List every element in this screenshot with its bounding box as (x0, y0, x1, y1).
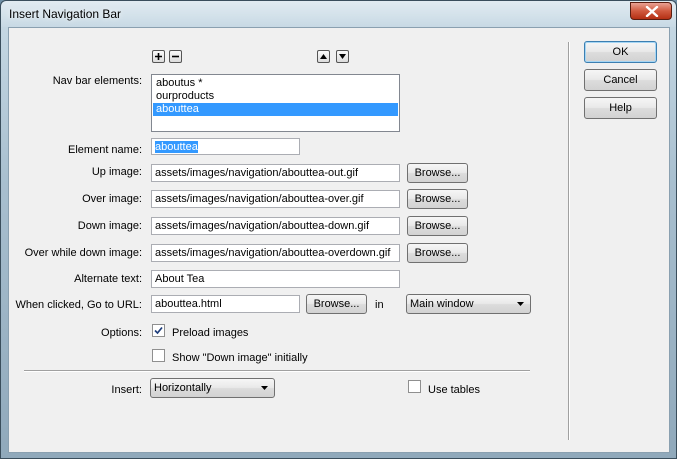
list-item-selected[interactable]: abouttea (153, 103, 398, 116)
target-window-value: Main window (410, 298, 474, 310)
horizontal-divider (24, 370, 530, 372)
url-label: When clicked, Go to URL: (15, 299, 142, 311)
window-title: Insert Navigation Bar (9, 7, 122, 21)
over-image-input[interactable]: assets/images/navigation/abouttea-over.g… (151, 190, 400, 208)
show-down-image-checkbox[interactable] (152, 349, 165, 362)
over-image-label: Over image: (82, 193, 142, 205)
url-browse-button[interactable]: Browse... (306, 294, 367, 314)
minus-icon (172, 55, 179, 58)
target-window-select[interactable]: Main window (406, 294, 531, 314)
use-tables-label: Use tables (428, 384, 480, 396)
up-image-browse-button[interactable]: Browse... (407, 163, 468, 183)
move-down-button[interactable] (336, 50, 349, 63)
title-bar[interactable]: Insert Navigation Bar (1, 1, 676, 27)
plus-icon (155, 53, 162, 60)
nav-bar-elements-label: Nav bar elements: (52, 75, 142, 87)
close-button[interactable] (630, 2, 672, 20)
list-item-label: ourproducts (156, 90, 215, 102)
preload-images-checkbox[interactable] (152, 324, 165, 337)
over-while-down-image-label: Over while down image: (24, 247, 142, 259)
dialog-client: Nav bar elements: aboutus * ourproducts … (8, 27, 670, 453)
list-item-label: aboutus * (156, 77, 203, 89)
options-label: Options: (101, 327, 142, 339)
nav-bar-elements-list[interactable]: aboutus * ourproducts abouttea (151, 74, 400, 132)
show-down-image-label: Show "Down image" initially (172, 352, 308, 364)
add-element-button[interactable] (152, 50, 165, 63)
checkmark-icon (154, 326, 163, 335)
arrow-up-icon (320, 54, 327, 59)
list-item-label: abouttea (156, 103, 199, 115)
element-name-input[interactable]: abouttea (151, 138, 300, 155)
url-input[interactable]: abouttea.html (151, 295, 300, 313)
preload-images-label: Preload images (172, 327, 249, 339)
down-image-browse-button[interactable]: Browse... (407, 216, 468, 236)
element-name-value: abouttea (155, 141, 198, 153)
up-image-label: Up image: (91, 166, 142, 178)
over-while-down-browse-button[interactable]: Browse... (407, 243, 468, 263)
cancel-button[interactable]: Cancel (584, 69, 657, 91)
down-image-label: Down image: (77, 220, 142, 232)
over-image-browse-button[interactable]: Browse... (407, 189, 468, 209)
use-tables-checkbox[interactable] (408, 380, 421, 393)
dialog-window: Insert Navigation Bar Nav bar elements: … (0, 0, 677, 459)
ok-button[interactable]: OK (584, 41, 657, 63)
in-label: in (375, 299, 384, 311)
alternate-text-label: Alternate text: (74, 273, 142, 285)
arrow-down-icon (339, 54, 346, 59)
list-item[interactable]: aboutus * (153, 77, 398, 90)
up-image-input[interactable]: assets/images/navigation/abouttea-out.gi… (151, 164, 400, 182)
chevron-down-icon (517, 302, 524, 306)
vertical-divider (568, 42, 570, 440)
over-while-down-image-input[interactable]: assets/images/navigation/abouttea-overdo… (151, 244, 400, 262)
list-item[interactable]: ourproducts (153, 90, 398, 103)
insert-orientation-value: Horizontally (154, 382, 212, 394)
alternate-text-input[interactable]: About Tea (151, 270, 400, 288)
insert-label: Insert: (111, 384, 142, 396)
down-image-input[interactable]: assets/images/navigation/abouttea-down.g… (151, 217, 400, 235)
move-up-button[interactable] (317, 50, 330, 63)
remove-element-button[interactable] (169, 50, 182, 63)
close-icon (645, 6, 659, 17)
insert-orientation-select[interactable]: Horizontally (150, 378, 275, 398)
help-button[interactable]: Help (584, 97, 657, 119)
element-name-label: Element name: (68, 144, 142, 156)
chevron-down-icon (261, 386, 268, 390)
